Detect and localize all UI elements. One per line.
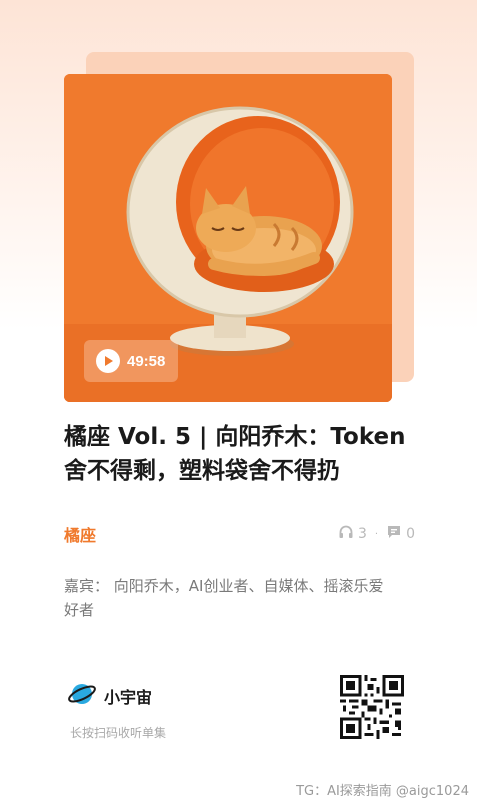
guest-description: 嘉宾： 向阳乔木，AI创业者、自媒体、摇滚乐爱好者 — [64, 577, 384, 619]
stats-separator: · — [374, 528, 379, 540]
episode-share-card: 49:58 橘座 Vol. 5 | 向阳乔木：Token舍不得剩，塑料袋舍不得扔… — [0, 0, 477, 800]
listen-count: 3 — [357, 526, 367, 542]
play-icon — [96, 349, 120, 373]
comment-count: 0 — [406, 526, 415, 542]
episode-title: 橘座 Vol. 5 | 向阳乔木：Token舍不得剩，塑料袋舍不得扔 — [64, 424, 406, 484]
comment-icon — [386, 524, 402, 544]
headphones-icon — [338, 524, 354, 544]
brand-name: 小宇宙 — [104, 688, 153, 707]
brand-logo: 小宇宙 — [68, 680, 152, 712]
watermark-text: TG：AI探索指南 @aigc1024 — [296, 784, 469, 799]
planet-logo-icon — [68, 680, 96, 712]
episode-stats: 3 · 0 — [338, 524, 415, 544]
play-duration-button[interactable]: 49:58 — [84, 340, 178, 382]
podcast-name-link[interactable]: 橘座 — [64, 522, 96, 546]
episode-duration: 49:58 — [127, 352, 166, 370]
scan-hint-text: 长按扫码收听单集 — [70, 726, 167, 740]
qr-code[interactable] — [340, 675, 404, 739]
